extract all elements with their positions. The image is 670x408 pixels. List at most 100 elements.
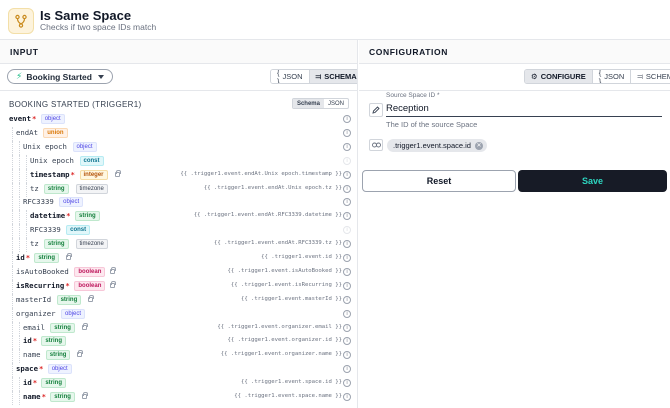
info-icon[interactable]: i <box>343 115 351 123</box>
variable-path[interactable]: {{ .trigger1.event.isRecurring }} <box>231 282 342 288</box>
info-icon[interactable]: i <box>343 240 351 249</box>
info-icon[interactable]: i <box>343 323 351 332</box>
info-icon[interactable]: i <box>343 351 351 360</box>
type-badge: union <box>43 127 68 138</box>
tree-guide-line <box>12 279 13 294</box>
type-badge: string <box>45 350 71 361</box>
type-badge: boolean <box>74 280 106 291</box>
tree-row[interactable]: organizer object i <box>0 307 357 322</box>
variable-path[interactable]: {{ .trigger1.event.organizer.name }} <box>221 351 342 357</box>
reset-button[interactable]: Reset <box>362 170 516 192</box>
tree-field-name: tz <box>30 239 39 249</box>
tree-guide-line <box>19 349 20 364</box>
tree-row[interactable]: masterId string {{ .trigger1.event.masterI… <box>0 293 357 308</box>
tree-guide-line <box>19 210 20 225</box>
tree-row[interactable]: id* string {{ .trigger1.event.organizer.id… <box>0 335 357 350</box>
tree-row[interactable]: Unix epoch const i <box>0 154 357 169</box>
tree-row[interactable]: tz string timezone {{ .trigger1.event.endAt… <box>0 182 357 197</box>
tree-field-name: datetime* <box>30 211 71 221</box>
tree-guide-line <box>12 238 13 253</box>
lock-icon <box>65 253 72 260</box>
lock-icon <box>81 392 88 399</box>
section-title: BOOKING STARTED (TRIGGER1) <box>9 100 142 109</box>
variable-path[interactable]: {{ .trigger1.event.isAutoBooked }} <box>227 268 342 274</box>
variable-path[interactable]: {{ .trigger1.event.space.name }} <box>234 393 342 399</box>
configure-button[interactable]: ⚙ CONFIGURE <box>525 70 592 83</box>
tree-row[interactable]: isRecurring* boolean {{ .trigger1.event.is… <box>0 279 357 294</box>
config-schema-button[interactable]: ⫤ SCHEMA <box>630 70 670 83</box>
info-icon[interactable]: i <box>343 295 351 304</box>
info-icon[interactable]: i <box>343 142 351 151</box>
variable-path[interactable]: {{ .trigger1.event.organizer.id }} <box>227 337 342 343</box>
tree-row[interactable]: datetime* string {{ .trigger1.event.endAt.… <box>0 210 357 225</box>
info-icon[interactable]: i <box>343 267 351 276</box>
type-badge: const <box>66 225 91 236</box>
info-icon[interactable]: i <box>343 337 351 346</box>
info-icon[interactable]: i <box>343 281 351 290</box>
variable-path[interactable]: {{ .trigger1.event.endAt.RFC3339.tz }} <box>214 240 342 246</box>
info-icon[interactable]: i <box>343 184 351 193</box>
config-view-toggle: ⚙ CONFIGURE { } JSON ⫤ SCHEMA <box>524 69 670 84</box>
tree-row[interactable]: RFC3339 object i <box>0 196 357 211</box>
variable-path[interactable]: {{ .trigger1.event.endAt.Unix epoch.tz }… <box>204 185 342 191</box>
tree-row[interactable]: name string {{ .trigger1.event.organizer.n… <box>0 349 357 364</box>
info-icon[interactable]: i <box>343 309 351 318</box>
tree-field-name: organizer <box>16 308 56 318</box>
gear-icon: ⚙ <box>531 72 538 81</box>
tree-guide-line <box>26 238 27 253</box>
variable-path[interactable]: {{ .trigger1.event.id }} <box>261 254 342 260</box>
variable-path[interactable]: {{ .trigger1.event.space.id }} <box>241 379 342 385</box>
tree-guide-line <box>26 182 27 197</box>
info-icon[interactable]: i <box>343 156 351 165</box>
input-json-button[interactable]: { } JSON <box>271 70 309 83</box>
tree-guide-line <box>19 377 20 392</box>
tree-row[interactable]: isAutoBooked boolean {{ .trigger1.event.is… <box>0 265 357 280</box>
info-icon[interactable]: i <box>343 128 351 137</box>
tree-row[interactable]: name* string {{ .trigger1.event.space.name… <box>0 391 357 405</box>
info-icon[interactable]: i <box>343 198 351 207</box>
tree-field-name: id* <box>23 336 38 346</box>
info-icon[interactable]: i <box>343 212 351 221</box>
info-icon[interactable]: i <box>343 254 351 262</box>
source-space-id-input[interactable]: Reception <box>386 101 662 117</box>
info-icon[interactable]: i <box>343 379 351 388</box>
variable-path[interactable]: {{ .trigger1.event.organizer.email }} <box>217 324 342 330</box>
tree-row[interactable]: tz string timezone {{ .trigger1.event.endAt… <box>0 238 357 253</box>
tree-field-name: id* <box>23 378 38 388</box>
tree-guide-line <box>19 196 20 211</box>
tree-row[interactable]: event* object i <box>0 113 357 127</box>
type-badge: string <box>41 336 67 347</box>
lock-icon <box>81 322 88 330</box>
variable-path[interactable]: {{ .trigger1.event.endAt.RFC3339.datetim… <box>194 212 342 218</box>
section-json-button[interactable]: JSON <box>324 99 348 108</box>
tree-row[interactable]: endAt union i <box>0 126 357 141</box>
info-icon[interactable]: i <box>343 393 351 401</box>
required-marker: * <box>38 364 44 374</box>
info-icon[interactable]: i <box>343 365 351 374</box>
variable-path[interactable]: {{ .trigger1.event.masterId }} <box>241 296 342 302</box>
tree-row[interactable]: email string {{ .trigger1.event.organizer.… <box>0 321 357 336</box>
tree-guide-line <box>12 168 13 183</box>
info-icon[interactable]: i <box>343 226 351 235</box>
lock-icon <box>77 350 84 358</box>
variable-path[interactable]: {{ .trigger1.event.endAt.Unix epoch.time… <box>180 171 342 177</box>
tree-guide-line <box>19 321 20 336</box>
link-icon[interactable] <box>369 139 383 151</box>
type-badge: string <box>50 392 75 402</box>
input-schema-button[interactable]: ⫤ SCHEMA <box>308 70 357 83</box>
config-json-button[interactable]: { } JSON <box>591 70 631 83</box>
save-button[interactable]: Save <box>518 170 667 192</box>
tree-row[interactable]: id* string {{ .trigger1.event.id }} i <box>0 252 357 266</box>
remove-chip-icon[interactable]: ✕ <box>474 141 483 150</box>
pencil-icon[interactable] <box>369 103 383 117</box>
tree-row[interactable]: id* string {{ .trigger1.event.space.id }} i <box>0 377 357 392</box>
tree-row[interactable]: space* object i <box>0 363 357 378</box>
trigger-select[interactable]: ⚡ Booking Started <box>7 69 113 84</box>
type-badge: string <box>43 239 69 250</box>
tree-row[interactable]: Unix epoch object i <box>0 140 357 155</box>
section-schema-button[interactable]: Schema <box>292 99 324 108</box>
tree-row[interactable]: timestamp* integer {{ .trigger1.event.endA… <box>0 168 357 183</box>
required-marker: * <box>32 336 38 346</box>
tree-row[interactable]: RFC3339 const i <box>0 224 357 239</box>
info-icon[interactable]: i <box>343 170 351 179</box>
